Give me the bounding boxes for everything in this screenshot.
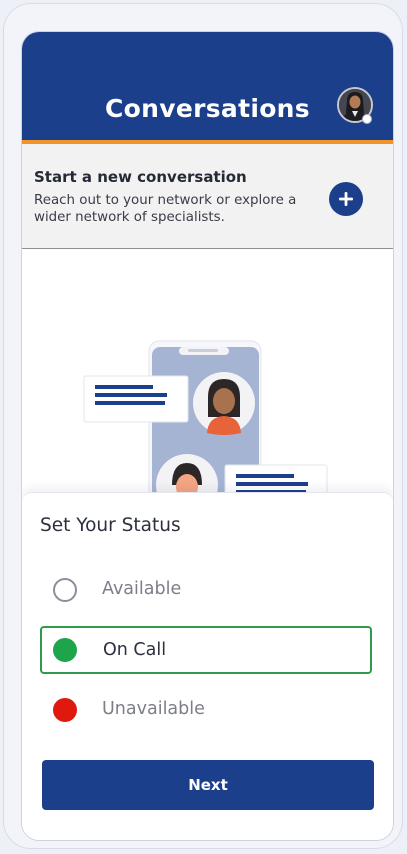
new-conversation-card[interactable]: Start a new conversation Reach out to yo…: [22, 144, 393, 249]
status-indicator-dot: [362, 114, 372, 124]
status-option-available[interactable]: Available: [40, 566, 372, 614]
add-conversation-button[interactable]: [329, 182, 363, 216]
radio-unselected-icon[interactable]: [53, 578, 77, 602]
status-option-label: Available: [102, 579, 182, 599]
plus-icon: [339, 192, 353, 206]
status-sheet-title: Set Your Status: [40, 515, 181, 536]
status-option-label: On Call: [103, 640, 167, 660]
status-option-unavailable[interactable]: Unavailable: [40, 686, 372, 734]
chat-illustration-art: [83, 340, 328, 516]
chat-conversation-illustration: [22, 249, 393, 516]
set-status-sheet: Set Your Status Available On Call Unavai…: [22, 492, 393, 840]
new-conversation-title: Start a new conversation: [34, 168, 247, 186]
device-frame: Conversations Start a new conversation R…: [3, 3, 403, 849]
status-dot-green-icon[interactable]: [53, 638, 77, 662]
status-option-on-call[interactable]: On Call: [40, 626, 372, 674]
new-conversation-description: Reach out to your network or explore a w…: [34, 193, 297, 225]
app-header: Conversations: [22, 32, 393, 144]
status-option-label: Unavailable: [102, 699, 205, 719]
app-screen: Conversations Start a new conversation R…: [21, 31, 394, 841]
status-dot-red-icon[interactable]: [53, 698, 77, 722]
next-button[interactable]: Next: [42, 760, 374, 810]
